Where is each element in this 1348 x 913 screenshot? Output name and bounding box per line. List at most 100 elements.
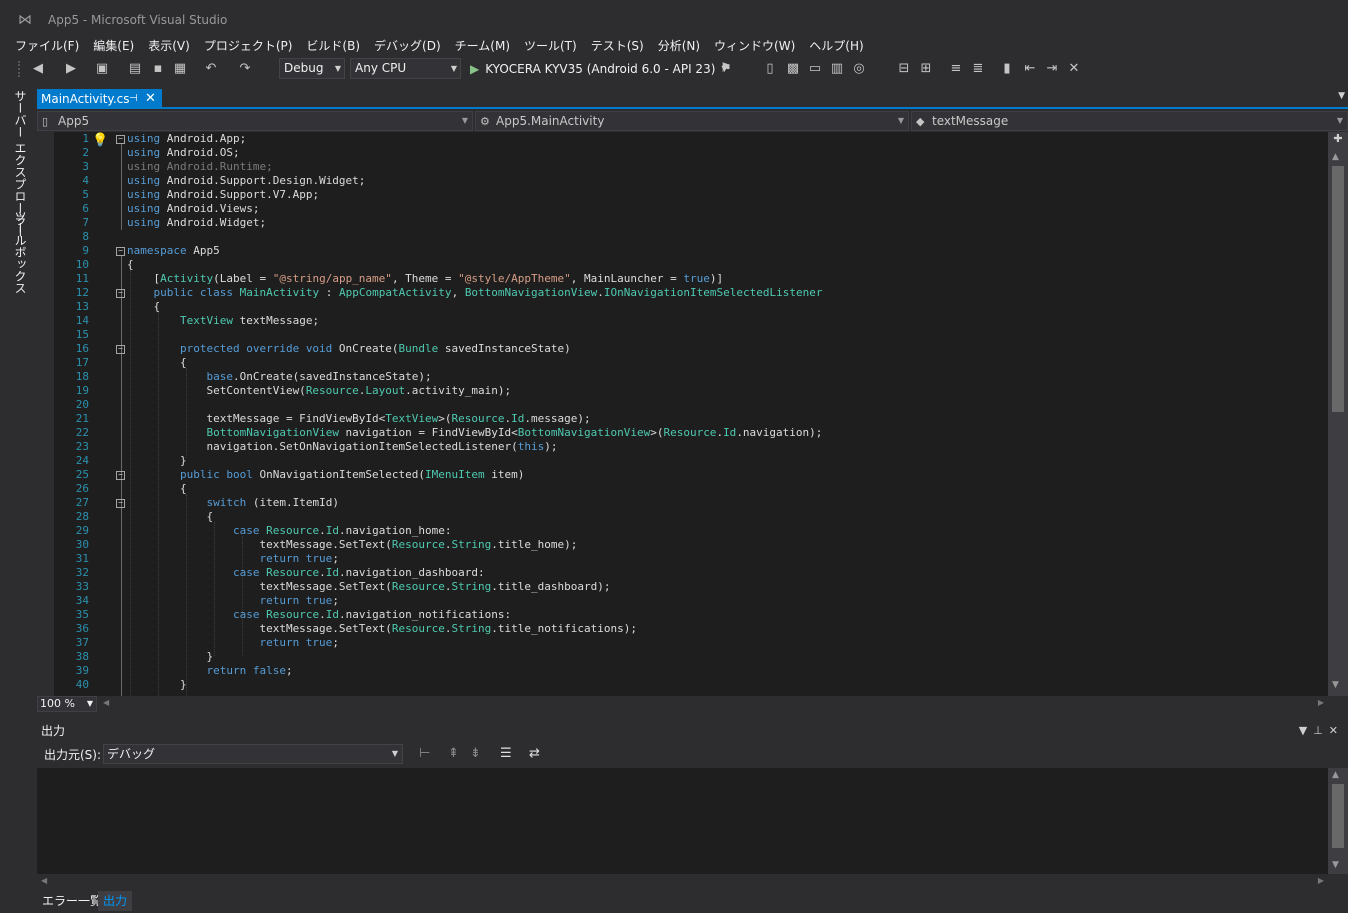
menu-item[interactable]: ビルド(B): [299, 36, 367, 56]
collapse-icon[interactable]: −: [116, 289, 125, 298]
redo-icon[interactable]: ↷: [237, 61, 253, 77]
prev-bookmark-icon[interactable]: ⇤: [1022, 61, 1038, 77]
output-source-select[interactable]: デバッグ ▼: [103, 744, 403, 764]
type-select[interactable]: ⚙ App5.MainActivity ▼: [475, 111, 909, 131]
find-message-icon[interactable]: ⊢: [419, 746, 430, 761]
back-icon[interactable]: ◀: [30, 61, 46, 77]
code-line[interactable]: 28 {: [37, 510, 1328, 524]
code-line[interactable]: 16 − protected override void OnCreate(Bun…: [37, 342, 1328, 356]
next-bookmark-icon[interactable]: ⇥: [1044, 61, 1060, 77]
new-project-icon[interactable]: ▣: [94, 61, 110, 77]
tab-output[interactable]: 出力: [98, 891, 133, 911]
scrollbar-thumb[interactable]: [1332, 166, 1344, 412]
code-line[interactable]: 21 textMessage = FindViewById<TextView>(…: [37, 412, 1328, 426]
code-line[interactable]: 5 using Android.Support.V7.App;: [37, 188, 1328, 202]
code-line[interactable]: 6 using Android.Views;: [37, 202, 1328, 216]
code-line[interactable]: 20: [37, 398, 1328, 412]
collapse-icon[interactable]: −: [116, 345, 125, 354]
close-icon[interactable]: ✕: [145, 89, 156, 109]
menu-item[interactable]: 編集(E): [86, 36, 141, 56]
code-line[interactable]: 38 }: [37, 650, 1328, 664]
menu-item[interactable]: 表示(V): [141, 36, 197, 56]
code-line[interactable]: 33 textMessage.SetText(Resource.String.t…: [37, 580, 1328, 594]
menu-item[interactable]: テスト(S): [584, 36, 651, 56]
pin-icon[interactable]: ⊥: [1313, 724, 1329, 737]
scrollbar-thumb[interactable]: [1332, 784, 1344, 848]
android-sdk-icon[interactable]: ⚑: [718, 61, 734, 77]
project-select[interactable]: ▯ App5 ▼: [37, 111, 473, 131]
tab-error-list[interactable]: エラー一覧: [37, 891, 107, 911]
previous-message-icon[interactable]: ⇞: [448, 746, 459, 761]
start-debugging-button[interactable]: ▶ KYOCERA KYV35 (Android 6.0 - API 23) ▼: [470, 58, 728, 79]
code-line[interactable]: 18 base.OnCreate(savedInstanceState);: [37, 370, 1328, 384]
editor-horizontal-scrollbar[interactable]: ◀ ▶: [99, 696, 1328, 712]
code-line[interactable]: 40 }: [37, 678, 1328, 692]
bookmark-icon[interactable]: ▮: [999, 61, 1015, 77]
code-line[interactable]: 29 case Resource.Id.navigation_home:: [37, 524, 1328, 538]
member-select[interactable]: ◆ textMessage ▼: [911, 111, 1348, 131]
align-icon[interactable]: ⊟: [896, 61, 912, 77]
code-line[interactable]: 10 {: [37, 258, 1328, 272]
menu-item[interactable]: プロジェクト(P): [197, 36, 300, 56]
code-line[interactable]: 31 return true;: [37, 552, 1328, 566]
editor-vertical-scrollbar[interactable]: ▲ ▼: [1328, 132, 1348, 696]
code-line[interactable]: 35 case Resource.Id.navigation_notificat…: [37, 608, 1328, 622]
code-line[interactable]: 27 − switch (item.ItemId): [37, 496, 1328, 510]
menu-item[interactable]: ツール(T): [517, 36, 584, 56]
close-icon[interactable]: ✕: [1329, 724, 1344, 737]
menu-item[interactable]: チーム(M): [448, 36, 517, 56]
code-line[interactable]: 14 TextView textMessage;: [37, 314, 1328, 328]
code-line[interactable]: 17 {: [37, 356, 1328, 370]
code-line[interactable]: 15: [37, 328, 1328, 342]
collapse-icon[interactable]: −: [116, 499, 125, 508]
code-line[interactable]: 34 return true;: [37, 594, 1328, 608]
code-line[interactable]: 12 − public class MainActivity : AppCompa…: [37, 286, 1328, 300]
toolbar-grip[interactable]: [18, 61, 22, 77]
code-line[interactable]: 11 [Activity(Label = "@string/app_name",…: [37, 272, 1328, 286]
collapse-icon[interactable]: −: [116, 471, 125, 480]
code-line[interactable]: 7 using Android.Widget;: [37, 216, 1328, 230]
output-vertical-scrollbar[interactable]: ▲ ▼: [1328, 768, 1348, 874]
uncomment-icon[interactable]: ≣: [970, 61, 986, 77]
scroll-left-icon[interactable]: ◀: [41, 876, 47, 885]
scroll-up-icon[interactable]: ▲: [1332, 152, 1339, 162]
collapse-icon[interactable]: −: [116, 135, 125, 144]
menu-item[interactable]: ウィンドウ(W): [707, 36, 802, 56]
collapse-icon[interactable]: −: [116, 247, 125, 256]
indent-icon[interactable]: ⊞: [918, 61, 934, 77]
output-text-area[interactable]: [37, 768, 1328, 874]
code-line[interactable]: 3 using Android.Runtime;: [37, 160, 1328, 174]
zoom-select[interactable]: 100 % ▼: [37, 696, 97, 712]
configuration-select[interactable]: Debug ▼: [279, 58, 345, 79]
terminal-icon[interactable]: ▭: [807, 61, 823, 77]
code-line[interactable]: 26 {: [37, 482, 1328, 496]
code-line[interactable]: 36 textMessage.SetText(Resource.String.t…: [37, 622, 1328, 636]
split-editor-icon[interactable]: ✚: [1328, 132, 1348, 146]
scroll-up-icon[interactable]: ▲: [1332, 770, 1339, 780]
clear-bookmarks-icon[interactable]: ✕: [1066, 61, 1082, 77]
code-line[interactable]: 23 navigation.SetOnNavigationItemSelecte…: [37, 440, 1328, 454]
undo-icon[interactable]: ↶: [203, 61, 219, 77]
next-message-icon[interactable]: ⇟: [470, 746, 481, 761]
open-file-icon[interactable]: ▤: [127, 61, 143, 77]
word-wrap-icon[interactable]: ⇄: [529, 746, 540, 761]
code-line[interactable]: 24 }: [37, 454, 1328, 468]
code-line[interactable]: 2 using Android.OS;: [37, 146, 1328, 160]
code-line[interactable]: 4 using Android.Support.Design.Widget;: [37, 174, 1328, 188]
code-line[interactable]: 30 textMessage.SetText(Resource.String.t…: [37, 538, 1328, 552]
menu-item[interactable]: ファイル(F): [8, 36, 86, 56]
platform-select[interactable]: Any CPU ▼: [350, 58, 461, 79]
settings-icon[interactable]: ◎: [851, 61, 867, 77]
save-all-icon[interactable]: ▦: [172, 61, 188, 77]
menu-item[interactable]: 分析(N): [651, 36, 707, 56]
scroll-right-icon[interactable]: ▶: [1318, 698, 1324, 707]
code-line[interactable]: 22 BottomNavigationView navigation = Fin…: [37, 426, 1328, 440]
menu-item[interactable]: ヘルプ(H): [802, 36, 870, 56]
scroll-down-icon[interactable]: ▼: [1332, 860, 1339, 870]
code-line[interactable]: 25 − public bool OnNavigationItemSelected…: [37, 468, 1328, 482]
layout-icon[interactable]: ▥: [829, 61, 845, 77]
clear-all-icon[interactable]: ☰: [500, 746, 512, 761]
code-line[interactable]: 1 − using Android.App;: [37, 132, 1328, 146]
code-line[interactable]: 9 − namespace App5: [37, 244, 1328, 258]
tab-mainactivity[interactable]: MainActivity.cs ⊣ ✕: [37, 89, 162, 109]
